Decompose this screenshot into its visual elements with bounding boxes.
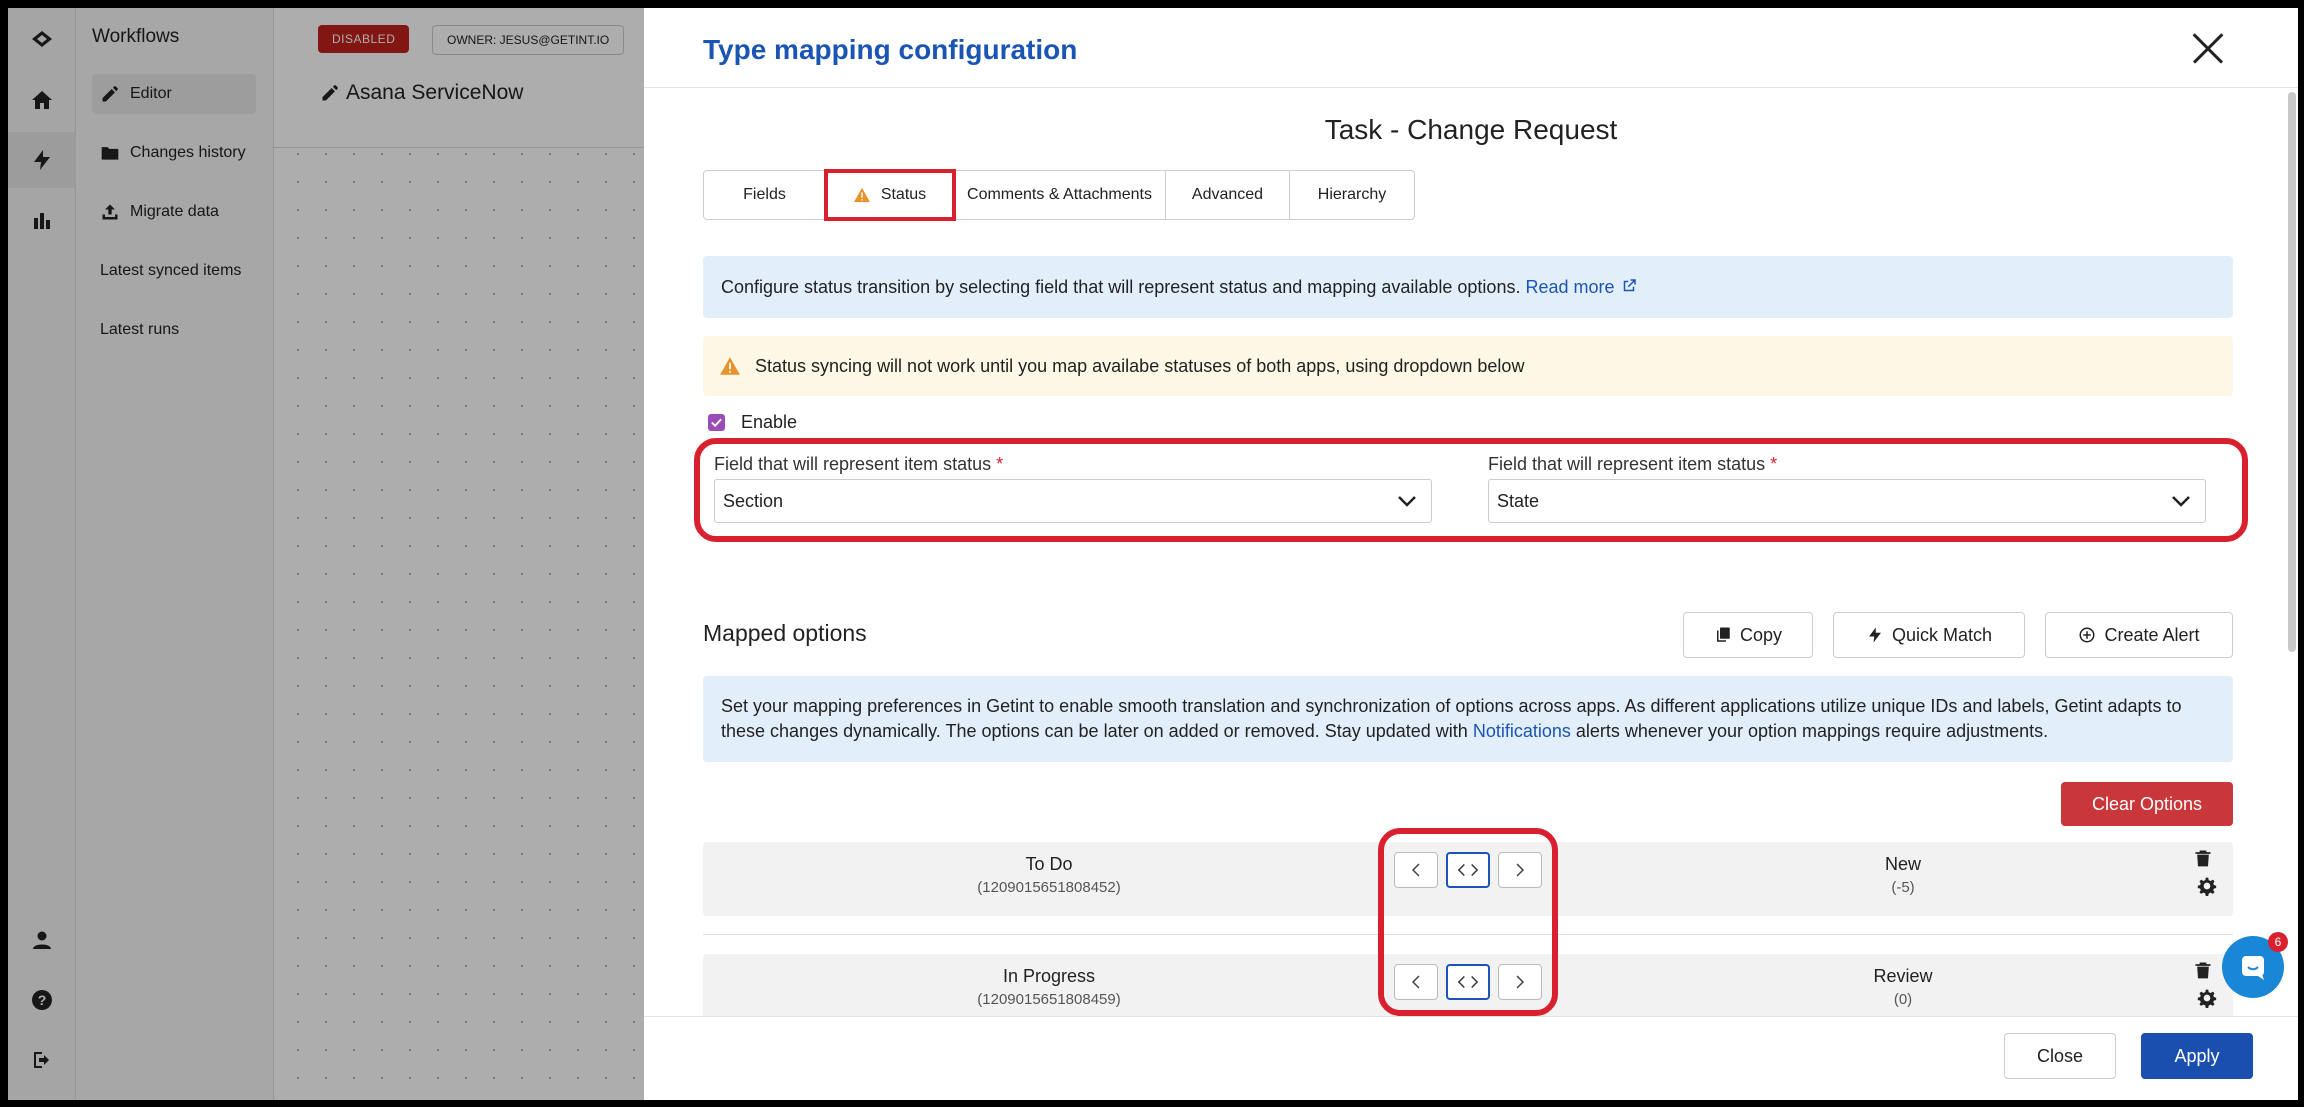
status-info-box: Configure status transition by selecting…: [703, 256, 2233, 318]
copy-label: Copy: [1739, 624, 1783, 645]
mapping-subtitle: Task - Change Request: [1324, 114, 1618, 145]
notifications-link[interactable]: Notifications: [1473, 721, 1571, 741]
warning-icon: [853, 187, 870, 203]
mapping-right: Review (0): [1703, 966, 2103, 1008]
mapping-right: New (-5): [1703, 854, 2103, 896]
status-info-text: Configure status transition by selecting…: [721, 276, 1521, 297]
modal-header: Type mapping configuration: [644, 8, 2298, 88]
field-right-label: Field that will represent item status *: [1488, 454, 2206, 475]
external-link-icon: [1623, 278, 1636, 291]
read-more-label: Read more: [1525, 276, 1615, 297]
mapping-left: To Do (1209015651808452): [849, 854, 1249, 896]
app-window: ? Workflows Editor Changes history Migra…: [8, 8, 2298, 1100]
field-left-label-text: Field that will represent item status: [714, 454, 992, 474]
tab-status[interactable]: Status: [824, 169, 956, 221]
required-mark: *: [1770, 454, 1778, 474]
mapping-left-name: In Progress: [1002, 966, 1096, 986]
field-right-value: State: [1497, 490, 1540, 511]
mapping-info-text-2: alerts whenever your option mappings req…: [1575, 721, 2049, 741]
field-right-select[interactable]: State: [1488, 479, 2206, 523]
chat-icon: [2242, 956, 2264, 980]
modal-footer: Close Apply: [644, 1016, 2298, 1100]
tab-advanced[interactable]: Advanced: [1166, 171, 1290, 219]
mapping-right-name: New: [1884, 854, 1921, 874]
quick-match-label: Quick Match: [1891, 624, 1993, 645]
gear-icon[interactable]: [2197, 988, 2217, 1008]
mapping-left: In Progress (1209015651808459): [849, 966, 1249, 1008]
mapping-left-id: (1209015651808452): [977, 879, 1121, 896]
mapping-info-box: Set your mapping preferences in Getint t…: [703, 676, 2233, 762]
close-button[interactable]: Close: [2004, 1033, 2116, 1079]
read-more-link[interactable]: Read more: [1525, 277, 1637, 298]
clear-options-label: Clear Options: [2091, 793, 2203, 814]
tabs: Fields Status Comments & Attachments Adv…: [703, 169, 1415, 221]
modal-backdrop[interactable]: [8, 8, 644, 1100]
bolt-icon: [1868, 627, 1881, 643]
create-alert-button[interactable]: Create Alert: [2045, 612, 2233, 658]
trash-icon[interactable]: [2193, 960, 2213, 980]
row-actions: [2193, 960, 2219, 1008]
mapped-options-title: Mapped options: [703, 620, 867, 646]
warning-text: Status syncing will not work until you m…: [755, 355, 1525, 376]
tab-label: Comments & Attachments: [967, 186, 1152, 203]
clear-options-button[interactable]: Clear Options: [2061, 782, 2233, 826]
copy-button[interactable]: Copy: [1683, 612, 1813, 658]
chat-launcher[interactable]: 6: [2222, 932, 2288, 998]
field-right: Field that will represent item status * …: [1488, 454, 2206, 523]
tab-fields[interactable]: Fields: [704, 171, 826, 219]
mapping-right-id: (0): [1893, 991, 1913, 1008]
scrollbar[interactable]: [2288, 92, 2296, 652]
mapping-right-id: (-5): [1891, 879, 1915, 896]
tab-hierarchy[interactable]: Hierarchy: [1290, 171, 1414, 219]
apply-button[interactable]: Apply: [2141, 1033, 2253, 1079]
status-warning-box: Status syncing will not work until you m…: [703, 336, 2233, 396]
trash-icon[interactable]: [2193, 848, 2213, 868]
check-icon: [711, 418, 722, 428]
apply-label: Apply: [2174, 1045, 2220, 1066]
chevron-down-icon: [1398, 496, 1416, 507]
mapping-left-id: (1209015651808459): [977, 991, 1121, 1008]
field-right-label-text: Field that will represent item status: [1488, 454, 1766, 474]
close-icon[interactable]: [2190, 30, 2226, 66]
quick-match-button[interactable]: Quick Match: [1833, 612, 2025, 658]
chevron-down-icon: [2172, 496, 2190, 507]
modal-body: Task - Change Request Fields Status Comm…: [644, 88, 2298, 1016]
field-left-label: Field that will represent item status *: [714, 454, 1432, 475]
create-alert-label: Create Alert: [2104, 624, 2200, 645]
enable-checkbox[interactable]: [708, 414, 725, 431]
row-actions: [2193, 848, 2219, 896]
tab-label: Status: [880, 186, 927, 203]
field-left-value: Section: [723, 490, 784, 511]
close-label: Close: [2036, 1045, 2084, 1066]
plus-circle-icon: [2079, 627, 2095, 643]
chat-badge: 6: [2268, 932, 2288, 952]
field-left-select[interactable]: Section: [714, 479, 1432, 523]
copy-icon: [1716, 627, 1730, 642]
field-left: Field that will represent item status * …: [714, 454, 1432, 523]
mapping-left-name: To Do: [1025, 854, 1073, 874]
warning-icon: [720, 357, 740, 375]
type-mapping-modal: Type mapping configuration Task - Change…: [644, 8, 2298, 1100]
tab-label: Hierarchy: [1317, 186, 1387, 203]
tab-label: Advanced: [1191, 186, 1264, 203]
highlight-box-arrows: [1378, 828, 1558, 1016]
enable-label: Enable: [741, 412, 798, 432]
gear-icon[interactable]: [2197, 876, 2217, 896]
tab-label: Fields: [743, 186, 786, 203]
required-mark: *: [996, 454, 1004, 474]
enable-toggle[interactable]: Enable: [708, 412, 797, 433]
tab-comments-attachments[interactable]: Comments & Attachments: [954, 171, 1166, 219]
modal-title: Type mapping configuration: [703, 34, 1078, 65]
mapping-right-name: Review: [1873, 966, 1933, 986]
